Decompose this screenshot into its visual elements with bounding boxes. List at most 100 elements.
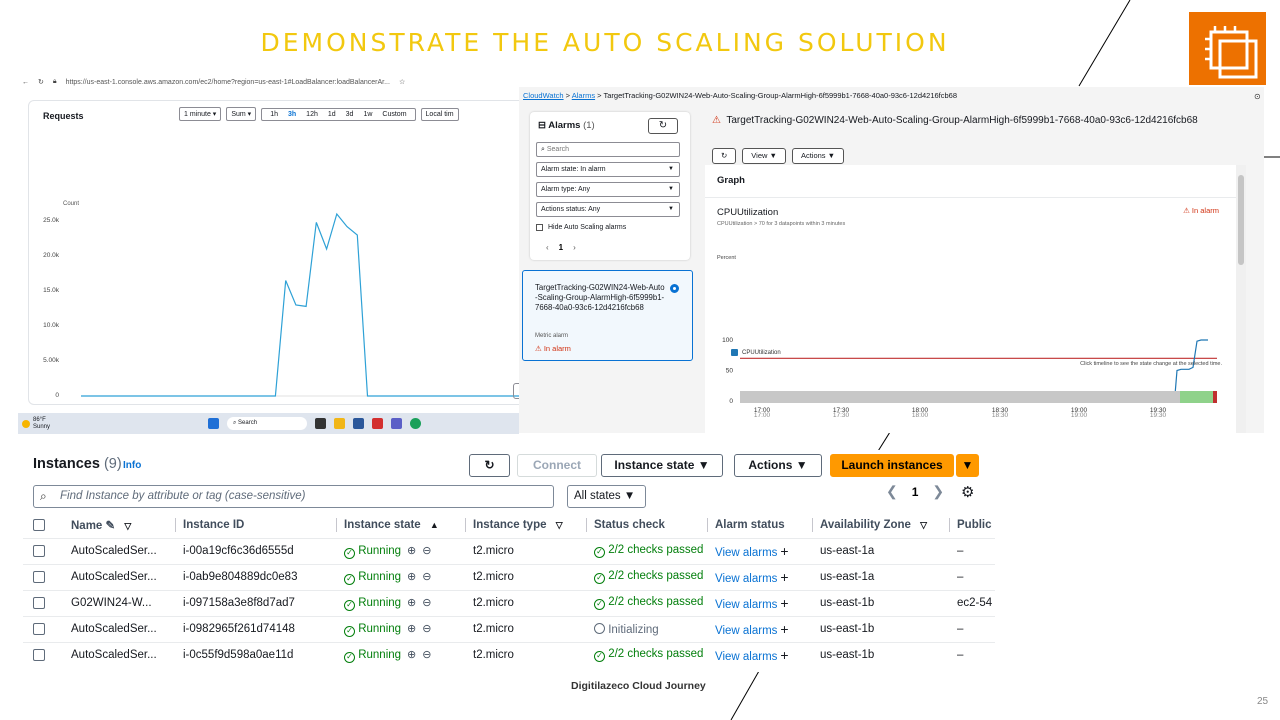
current-page[interactable]: 1: [912, 483, 919, 501]
range-1w[interactable]: 1w: [363, 111, 372, 118]
app-icon[interactable]: [353, 418, 364, 429]
launch-dropdown-button[interactable]: ▼: [956, 454, 979, 477]
plus-icon[interactable]: +: [780, 647, 788, 663]
edit-icon[interactable]: ✎: [106, 520, 116, 532]
col-alarm-status[interactable]: Alarm status: [707, 512, 812, 538]
pdf-icon[interactable]: [372, 418, 383, 429]
alarm-card-name[interactable]: TargetTracking-G02WIN24-Web-Auto-Scaling…: [535, 283, 665, 313]
prev-page-icon[interactable]: ‹: [546, 243, 549, 252]
alarm-search-input[interactable]: ⌕ Search: [536, 142, 680, 157]
file-explorer-icon[interactable]: [334, 418, 345, 429]
select-all-checkbox[interactable]: [23, 512, 63, 538]
plus-icon[interactable]: +: [780, 569, 788, 585]
prev-page-icon[interactable]: ❮: [886, 483, 898, 501]
breadcrumb-cloudwatch[interactable]: CloudWatch: [523, 91, 564, 100]
alarm-status[interactable]: View alarms +: [707, 615, 812, 642]
plus-icon[interactable]: +: [780, 621, 788, 637]
view-alarms-link[interactable]: View alarms: [715, 547, 777, 559]
zoom-in-icon[interactable]: ⊕: [407, 597, 416, 609]
view-alarms-link[interactable]: View alarms: [715, 599, 777, 611]
alarm-radio[interactable]: [670, 284, 679, 293]
period-select[interactable]: 1 minute ▾: [179, 107, 222, 121]
zoom-out-icon[interactable]: ⊖: [422, 571, 431, 583]
star-icon[interactable]: ☆: [399, 78, 405, 86]
col-availability-zone[interactable]: Availability Zone ▽: [812, 512, 949, 538]
range-custom[interactable]: Custom: [382, 111, 406, 118]
alarm-refresh-button[interactable]: ↻: [712, 148, 737, 164]
zoom-in-icon[interactable]: ⊕: [407, 649, 416, 661]
breadcrumb-alarms[interactable]: Alarms: [572, 91, 595, 100]
range-12h[interactable]: 12h: [306, 111, 318, 118]
plus-icon[interactable]: +: [780, 595, 788, 611]
zoom-in-icon[interactable]: ⊕: [407, 623, 416, 635]
alarm-status[interactable]: View alarms +: [707, 641, 812, 668]
col-name[interactable]: Name ✎ ▽: [63, 512, 175, 538]
view-button[interactable]: View ▼: [742, 148, 786, 164]
instance-id-link[interactable]: i-0c55f9d598a0ae11d: [175, 641, 336, 668]
alarm-status[interactable]: View alarms +: [707, 589, 812, 616]
reload-icon[interactable]: ↻: [38, 78, 44, 86]
info-link[interactable]: Info: [123, 460, 141, 471]
row-checkbox[interactable]: [23, 589, 63, 616]
states-filter-select[interactable]: All states ▼: [567, 485, 646, 508]
instance-search-input[interactable]: ⌕ Find Instance by attribute or tag (case…: [33, 485, 554, 508]
stat-select[interactable]: Sum ▾: [226, 107, 257, 121]
current-page[interactable]: 1: [559, 243, 563, 252]
table-row[interactable]: AutoScaledSer... i-0c55f9d598a0ae11d ✓ Run…: [23, 641, 995, 668]
next-page-icon[interactable]: ›: [573, 243, 576, 252]
zoom-in-icon[interactable]: ⊕: [407, 545, 416, 557]
zoom-in-icon[interactable]: ⊕: [407, 571, 416, 583]
range-1d[interactable]: 1d: [328, 111, 336, 118]
view-alarms-link[interactable]: View alarms: [715, 625, 777, 637]
weather-widget[interactable]: 86°F Sunny: [18, 417, 138, 431]
zoom-out-icon[interactable]: ⊖: [422, 623, 431, 635]
range-3d[interactable]: 3d: [346, 111, 354, 118]
hide-asg-checkbox[interactable]: Hide Auto Scaling alarms: [536, 224, 626, 231]
task-view-icon[interactable]: [315, 418, 326, 429]
col-instance-state[interactable]: Instance state ▲: [336, 512, 465, 538]
address-bar[interactable]: https://us-east-1.console.aws.amazon.com…: [66, 79, 390, 86]
instance-id-link[interactable]: i-0ab9e804889dc0e83: [175, 563, 336, 590]
edge-icon[interactable]: [410, 418, 421, 429]
instance-id-link[interactable]: i-097158a3e8f8d7ad7: [175, 589, 336, 616]
table-row[interactable]: AutoScaledSer... i-00a19cf6c36d6555d ✓ Run…: [23, 537, 995, 564]
row-checkbox[interactable]: [23, 537, 63, 564]
actions-button[interactable]: Actions ▼: [734, 454, 822, 477]
row-checkbox[interactable]: [23, 615, 63, 642]
table-row[interactable]: G02WIN24-W... i-097158a3e8f8d7ad7 ✓ Runnin…: [23, 589, 995, 616]
next-page-icon[interactable]: ❯: [932, 483, 944, 501]
instance-id-link[interactable]: i-0982965f261d74148: [175, 615, 336, 642]
range-1h[interactable]: 1h: [270, 111, 278, 118]
start-icon[interactable]: [208, 418, 219, 429]
alarm-card[interactable]: TargetTracking-G02WIN24-Web-Auto-Scaling…: [522, 270, 693, 361]
col-instance-type[interactable]: Instance type ▽: [465, 512, 586, 538]
timezone-select[interactable]: Local tim: [420, 107, 459, 121]
zoom-out-icon[interactable]: ⊖: [422, 545, 431, 557]
refresh-button[interactable]: ↻: [648, 118, 678, 134]
actions-status-filter[interactable]: Actions status: Any ▼: [536, 202, 680, 217]
refresh-button[interactable]: ↻: [469, 454, 510, 477]
gear-icon[interactable]: ⚙: [961, 483, 974, 501]
teams-icon[interactable]: [391, 418, 402, 429]
instance-id-link[interactable]: i-00a19cf6c36d6555d: [175, 537, 336, 564]
scrollbar[interactable]: [1236, 165, 1246, 433]
alarm-type-filter[interactable]: Alarm type: Any ▼: [536, 182, 680, 197]
connect-button[interactable]: Connect: [517, 454, 597, 477]
zoom-out-icon[interactable]: ⊖: [422, 649, 431, 661]
taskbar-search[interactable]: ⌕ Search: [227, 417, 307, 430]
sort-icon[interactable]: ▽: [556, 520, 563, 530]
settings-icon[interactable]: ⊙: [1254, 92, 1261, 101]
col-instance-id[interactable]: Instance ID: [175, 512, 336, 538]
sort-icon[interactable]: ▽: [920, 520, 927, 530]
col-status-check[interactable]: Status check: [586, 512, 707, 538]
alarm-state-filter[interactable]: Alarm state: In alarm ▼: [536, 162, 680, 177]
alarm-actions-button[interactable]: Actions ▼: [791, 148, 845, 164]
sort-icon[interactable]: ▽: [124, 521, 131, 531]
launch-instances-button[interactable]: Launch instances: [830, 454, 954, 477]
back-icon[interactable]: ←: [22, 79, 29, 86]
alarm-status[interactable]: View alarms +: [707, 537, 812, 564]
table-row[interactable]: AutoScaledSer... i-0ab9e804889dc0e83 ✓ Run…: [23, 563, 995, 590]
range-3h[interactable]: 3h: [288, 111, 296, 118]
table-row[interactable]: AutoScaledSer... i-0982965f261d74148 ✓ Run…: [23, 615, 995, 642]
sort-asc-icon[interactable]: ▲: [430, 520, 439, 530]
